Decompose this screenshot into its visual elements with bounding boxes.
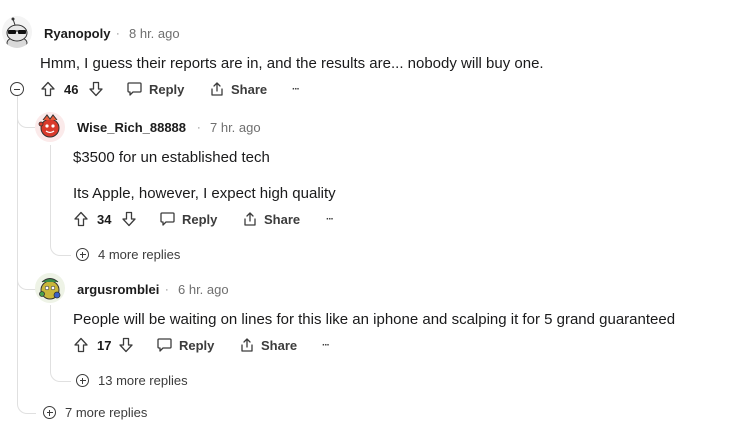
share-icon <box>241 338 253 352</box>
meta-separator: · <box>197 122 201 134</box>
collapse-thread-icon[interactable] <box>10 82 24 96</box>
more-replies-link[interactable]: 7 more replies <box>43 405 147 420</box>
more-replies-label: 7 more replies <box>65 405 148 420</box>
share-label: Share <box>264 211 301 227</box>
vote-count: 34 <box>97 212 112 227</box>
downvote-icon <box>119 337 133 353</box>
comment-author[interactable]: Ryanopoly <box>44 26 110 41</box>
share-button[interactable]: Share <box>239 334 297 356</box>
more-options-button[interactable]: ··· <box>326 208 334 230</box>
more-options-icon: ··· <box>326 213 334 225</box>
vote-count: 17 <box>97 338 112 353</box>
vote-count: 46 <box>64 82 79 97</box>
thread-connector <box>50 340 71 382</box>
expand-icon <box>76 248 89 261</box>
reply-button[interactable]: Reply <box>156 334 214 356</box>
meta-separator: · <box>165 284 169 296</box>
comment-timestamp[interactable]: 8 hr. ago <box>129 26 180 41</box>
thread-connector <box>50 210 71 256</box>
downvote-button[interactable] <box>118 334 134 356</box>
comment-timestamp[interactable]: 7 hr. ago <box>210 120 261 135</box>
comment-timestamp[interactable]: 6 hr. ago <box>178 282 229 297</box>
more-replies-label: 4 more replies <box>98 247 181 262</box>
downvote-button[interactable] <box>88 78 104 100</box>
share-label: Share <box>261 337 298 353</box>
comment-body-line: Its Apple, however, I expect high qualit… <box>73 185 336 202</box>
more-options-button[interactable]: ··· <box>322 334 330 356</box>
expand-icon <box>76 374 89 387</box>
comment-body-line: $3500 for un established tech <box>73 149 270 166</box>
share-button[interactable]: Share <box>242 208 300 230</box>
avatar[interactable] <box>35 112 65 142</box>
comment-body: People will be waiting on lines for this… <box>73 311 676 328</box>
share-label: Share <box>231 81 268 97</box>
downvote-icon <box>122 211 136 227</box>
avatar[interactable] <box>35 273 65 303</box>
reply-label: Reply <box>179 337 215 353</box>
reply-icon <box>157 338 172 352</box>
reply-label: Reply <box>149 81 185 97</box>
upvote-icon <box>74 337 88 353</box>
reply-label: Reply <box>182 211 218 227</box>
reply-icon <box>160 212 175 226</box>
downvote-icon <box>89 81 103 97</box>
more-replies-label: 13 more replies <box>98 373 188 388</box>
thread-connector <box>17 200 36 290</box>
more-options-icon: ··· <box>322 339 330 351</box>
comment-author[interactable]: Wise_Rich_88888 <box>77 120 186 135</box>
share-button[interactable]: Share <box>209 78 267 100</box>
comment-author[interactable]: argusromblei <box>77 282 159 297</box>
upvote-button[interactable] <box>73 208 89 230</box>
avatar[interactable] <box>2 16 32 48</box>
reply-icon <box>127 82 142 96</box>
reply-button[interactable]: Reply <box>126 78 184 100</box>
more-options-icon: ··· <box>292 83 300 95</box>
downvote-button[interactable] <box>121 208 137 230</box>
meta-separator: · <box>116 28 120 40</box>
upvote-icon <box>74 211 88 227</box>
more-replies-link[interactable]: 13 more replies <box>76 373 188 388</box>
thread-connector <box>17 96 36 128</box>
expand-icon <box>43 406 56 419</box>
more-options-button[interactable]: ··· <box>292 78 300 100</box>
reply-button[interactable]: Reply <box>159 208 217 230</box>
more-replies-link[interactable]: 4 more replies <box>76 247 180 262</box>
share-icon <box>211 82 223 96</box>
upvote-button[interactable] <box>40 78 56 100</box>
comment-body: Hmm, I guess their reports are in, and t… <box>40 55 544 72</box>
upvote-icon <box>41 81 55 97</box>
share-icon <box>244 212 256 226</box>
upvote-button[interactable] <box>73 334 89 356</box>
